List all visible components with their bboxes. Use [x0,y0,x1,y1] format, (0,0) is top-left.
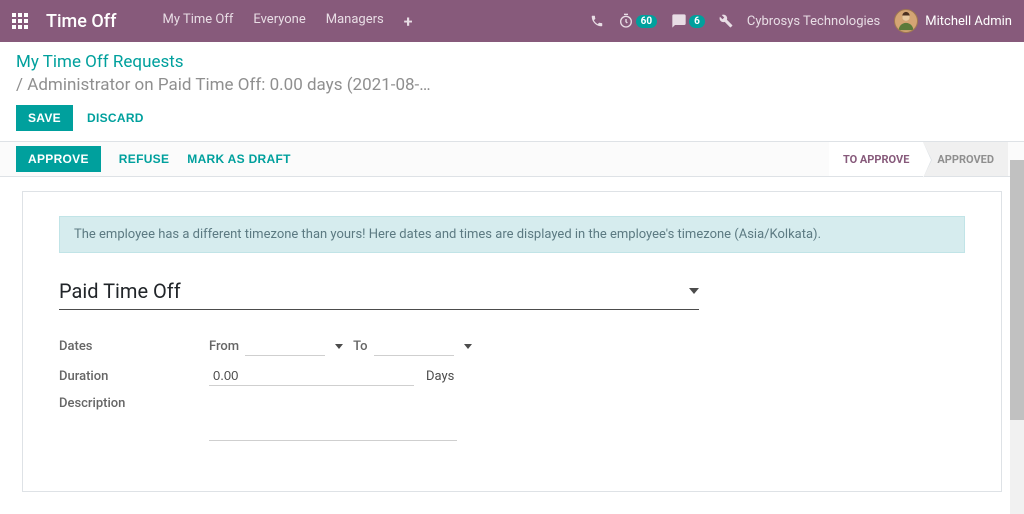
to-label: To [353,339,367,354]
breadcrumb-current: / Administrator on Paid Time Off: 0.00 d… [16,75,1008,95]
dates-label: Dates [59,339,209,354]
scrollbar-thumb[interactable] [1010,160,1024,420]
phone-icon[interactable] [590,14,604,28]
nav-my-time-off[interactable]: My Time Off [162,12,233,31]
timezone-alert: The employee has a different timezone th… [59,216,965,253]
navbar-right: 60 6 Cybrosys Technologies Mitchell Admi… [590,9,1012,33]
status-to-approve[interactable]: TO APPROVE [829,141,923,177]
description-label: Description [59,396,209,411]
from-label: From [209,339,239,354]
nav-managers[interactable]: Managers [326,12,384,31]
description-row: Description [59,396,965,411]
refuse-button[interactable]: REFUSE [119,152,169,166]
navbar-left: Time Off My Time Off Everyone Managers + [12,11,412,32]
workflow-row: APPROVE REFUSE MARK AS DRAFT TO APPROVE … [0,141,1024,177]
tools-icon[interactable] [719,14,733,28]
chevron-down-icon[interactable] [335,344,343,349]
edit-actions: SAVE DISCARD [0,101,1024,141]
form-sheet: The employee has a different timezone th… [22,191,1002,492]
scrollbar[interactable] [1010,160,1024,514]
to-date-input[interactable] [374,336,454,356]
status-bar: TO APPROVE APPROVED [829,141,1008,177]
save-button[interactable]: SAVE [16,105,73,131]
duration-input[interactable] [209,366,414,386]
app-title[interactable]: Time Off [46,11,116,32]
user-name: Mitchell Admin [925,14,1012,29]
top-navbar: Time Off My Time Off Everyone Managers +… [0,0,1024,42]
nav-add-icon[interactable]: + [404,12,413,31]
chat-badge: 6 [689,15,705,28]
duration-unit: Days [426,369,454,384]
leave-type-value: Paid Time Off [59,279,689,303]
status-approved[interactable]: APPROVED [923,141,1008,177]
chevron-down-icon [689,288,699,294]
breadcrumb: My Time Off Requests / Administrator on … [0,42,1024,101]
timer-widget[interactable]: 60 [618,13,657,29]
chevron-down-icon[interactable] [464,344,472,349]
breadcrumb-root[interactable]: My Time Off Requests [16,52,1008,72]
description-input[interactable] [209,421,457,441]
dates-fields: From To [209,336,472,356]
nav-everyone[interactable]: Everyone [253,12,305,31]
chat-widget[interactable]: 6 [671,13,705,29]
mark-draft-button[interactable]: MARK AS DRAFT [187,152,290,166]
duration-row: Duration Days [59,366,965,386]
approve-button[interactable]: APPROVE [16,146,101,172]
apps-icon[interactable] [12,13,28,29]
duration-fields: Days [209,366,454,386]
nav-menu: My Time Off Everyone Managers + [162,12,412,31]
leave-type-select[interactable]: Paid Time Off [59,275,699,310]
duration-label: Duration [59,369,209,384]
sheet-wrap: The employee has a different timezone th… [0,177,1024,506]
dates-row: Dates From To [59,336,965,356]
workflow-actions: APPROVE REFUSE MARK AS DRAFT [16,146,291,172]
user-menu[interactable]: Mitchell Admin [894,9,1012,33]
description-field-row [59,421,965,441]
timer-badge: 60 [636,15,657,28]
discard-button[interactable]: DISCARD [87,111,144,125]
from-date-input[interactable] [245,336,325,356]
company-name[interactable]: Cybrosys Technologies [747,14,880,29]
avatar [894,9,918,33]
